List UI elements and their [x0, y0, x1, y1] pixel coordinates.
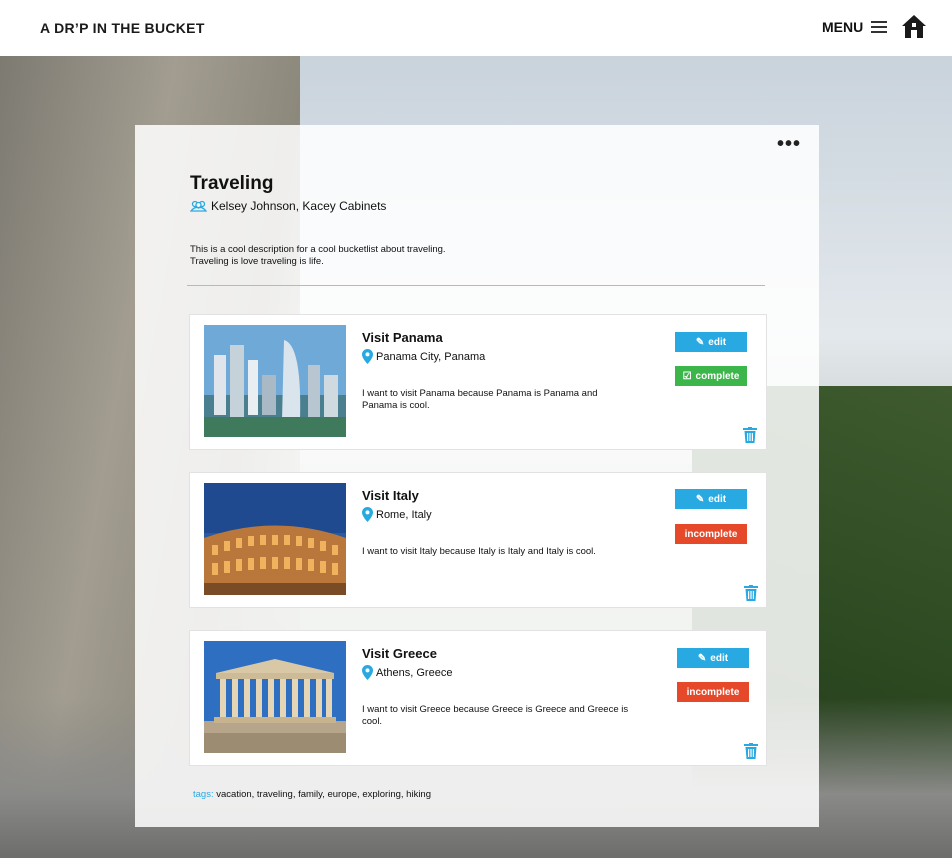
item-location: Panama City, Panama — [362, 349, 485, 364]
list-description: This is a cool description for a cool bu… — [190, 244, 510, 268]
complete-status-button[interactable]: ☑ complete — [675, 366, 747, 386]
top-navbar: A DR’P IN THE BUCKET MENU — [0, 0, 952, 56]
description-line: This is a cool description for a cool bu… — [190, 244, 446, 255]
tags-label: tags: — [193, 789, 214, 800]
location-text: Rome, Italy — [376, 508, 432, 521]
bucket-item-italy: Visit Italy Rome, Italy I want to visit … — [189, 472, 767, 608]
item-title: Visit Panama — [362, 330, 443, 345]
home-icon[interactable] — [901, 13, 927, 39]
divider — [187, 285, 765, 286]
site-logo[interactable]: A DR’P IN THE BUCKET — [40, 20, 205, 36]
status-label: incomplete — [686, 686, 740, 698]
description-line: Traveling is love traveling is life. — [190, 256, 324, 267]
hamburger-icon — [871, 21, 888, 33]
item-title: Visit Greece — [362, 646, 437, 661]
location-pin-icon — [362, 507, 373, 522]
tags-line: tags: vacation, traveling, family, europ… — [193, 789, 431, 800]
list-title: Traveling — [190, 173, 274, 194]
more-options-icon[interactable]: ••• — [777, 133, 801, 156]
collaborator-names: Kelsey Johnson, Kacey Cabinets — [211, 199, 387, 213]
edit-icon: ✎ — [695, 493, 705, 505]
location-text: Panama City, Panama — [376, 350, 486, 363]
edit-label: edit — [708, 336, 727, 348]
edit-button[interactable]: ✎ edit — [677, 648, 749, 668]
edit-label: edit — [708, 493, 727, 505]
parthenon-photo — [204, 641, 346, 753]
trash-icon[interactable] — [743, 427, 757, 443]
tags-values: vacation, traveling, family, europe, exp… — [216, 789, 431, 800]
incomplete-status-button[interactable]: incomplete — [675, 524, 747, 544]
panama-city-photo — [204, 325, 346, 437]
status-label: incomplete — [684, 528, 738, 540]
bucketlist-card: ••• Traveling Kelsey Johnson, Kacey Cabi… — [135, 125, 819, 827]
group-icon — [190, 200, 207, 212]
trash-icon[interactable] — [744, 585, 758, 601]
item-description: I want to visit Greece because Greece is… — [362, 704, 629, 727]
edit-icon: ✎ — [695, 336, 705, 348]
edit-icon: ✎ — [697, 652, 707, 664]
item-description: I want to visit Panama because Panama is… — [362, 388, 598, 411]
edit-button[interactable]: ✎ edit — [675, 489, 747, 509]
location-pin-icon — [362, 665, 373, 680]
item-location: Rome, Italy — [362, 507, 432, 522]
colosseum-photo — [204, 483, 346, 595]
location-text: Athens, Greece — [376, 666, 453, 679]
status-label: complete — [695, 370, 740, 382]
item-description: I want to visit Italy because Italy is I… — [362, 546, 596, 557]
bucket-item-greece: Visit Greece Athens, Greece I want to vi… — [189, 630, 767, 766]
edit-label: edit — [710, 652, 729, 664]
collaborators: Kelsey Johnson, Kacey Cabinets — [190, 199, 386, 213]
item-location: Athens, Greece — [362, 665, 452, 680]
item-title: Visit Italy — [362, 488, 419, 503]
trash-icon[interactable] — [744, 743, 758, 759]
incomplete-status-button[interactable]: incomplete — [677, 682, 749, 702]
menu-label: MENU — [822, 19, 864, 35]
checkbox-icon: ☑ — [682, 370, 692, 382]
edit-button[interactable]: ✎ edit — [675, 332, 747, 352]
location-pin-icon — [362, 349, 373, 364]
menu-button[interactable]: MENU — [822, 19, 888, 35]
bucket-item-panama: Visit Panama Panama City, Panama I want … — [189, 314, 767, 450]
